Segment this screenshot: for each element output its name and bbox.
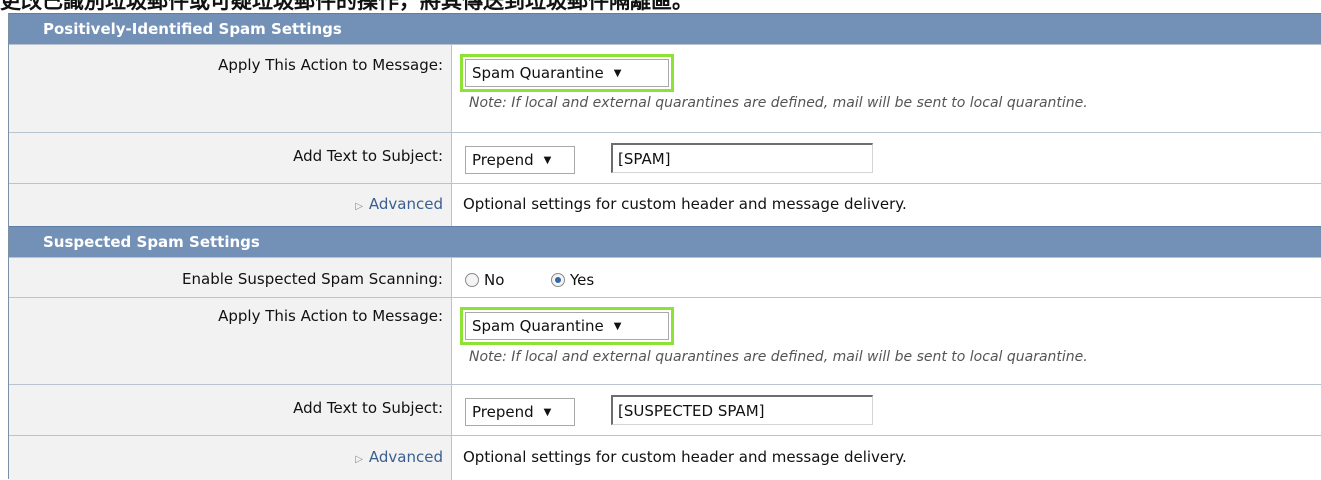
suspected-advanced-link[interactable]: ▷ Advanced bbox=[355, 448, 443, 466]
suspected-subject-mode-select[interactable]: Prepend ▼ bbox=[465, 398, 575, 426]
suspected-enable-yes-option[interactable]: Yes bbox=[551, 271, 594, 289]
suspected-enable-label: Enable Suspected Spam Scanning: bbox=[9, 258, 452, 298]
positive-advanced-label: Advanced bbox=[368, 195, 443, 213]
positive-subject-text-input[interactable] bbox=[611, 143, 873, 173]
suspected-subject-label: Add Text to Subject: bbox=[9, 385, 452, 436]
positive-advanced-link[interactable]: ▷ Advanced bbox=[355, 195, 443, 213]
page-caption: 更改已識別垃圾郵件或可疑垃圾郵件的操作，將其傳送到垃圾郵件隔離區。 bbox=[0, 0, 693, 12]
positive-action-select[interactable]: Spam Quarantine ▼ bbox=[460, 54, 674, 92]
suspected-advanced-row: ▷ Advanced Optional settings for custom h… bbox=[9, 435, 1321, 480]
chevron-down-icon: ▼ bbox=[613, 67, 622, 79]
suspected-advanced-desc: Optional settings for custom header and … bbox=[463, 448, 907, 466]
positive-action-row: Apply This Action to Message: Spam Quara… bbox=[9, 44, 1321, 133]
triangle-right-icon: ▷ bbox=[355, 201, 363, 212]
chevron-down-icon: ▼ bbox=[543, 154, 552, 166]
spam-settings-table: Positively-Identified Spam Settings Appl… bbox=[8, 13, 1321, 480]
suspected-action-row: Apply This Action to Message: Spam Quara… bbox=[9, 297, 1321, 385]
suspected-quarantine-note: Note: If local and external quarantines … bbox=[469, 349, 1088, 365]
positive-section-title: Positively-Identified Spam Settings bbox=[43, 20, 342, 38]
positive-subject-value-cell: Prepend ▼ bbox=[453, 133, 1321, 184]
positive-advanced-desc: Optional settings for custom header and … bbox=[463, 195, 907, 213]
suspected-action-label: Apply This Action to Message: bbox=[9, 298, 452, 385]
positive-subject-label: Add Text to Subject: bbox=[9, 133, 452, 184]
radio-icon bbox=[551, 273, 565, 287]
positive-subject-mode-select[interactable]: Prepend ▼ bbox=[465, 146, 575, 174]
suspected-section-header: Suspected Spam Settings bbox=[9, 226, 1321, 257]
suspected-enable-value-cell: No Yes bbox=[453, 258, 1321, 298]
positive-advanced-cell: ▷ Advanced bbox=[9, 184, 452, 227]
suspected-advanced-cell: ▷ Advanced bbox=[9, 436, 452, 480]
suspected-subject-mode: Prepend bbox=[472, 403, 534, 421]
radio-icon bbox=[465, 273, 479, 287]
suspected-subject-row: Add Text to Subject: Prepend ▼ bbox=[9, 384, 1321, 436]
suspected-action-selected: Spam Quarantine bbox=[472, 317, 604, 335]
positive-subject-row: Add Text to Subject: Prepend ▼ bbox=[9, 132, 1321, 184]
chevron-down-icon: ▼ bbox=[613, 320, 622, 332]
suspected-subject-value-cell: Prepend ▼ bbox=[453, 385, 1321, 436]
suspected-enable-no-option[interactable]: No bbox=[465, 271, 504, 289]
suspected-advanced-label: Advanced bbox=[368, 448, 443, 466]
positive-section-header: Positively-Identified Spam Settings bbox=[9, 13, 1321, 44]
suspected-enable-row: Enable Suspected Spam Scanning: No Yes bbox=[9, 257, 1321, 298]
triangle-right-icon: ▷ bbox=[355, 454, 363, 465]
suspected-action-select[interactable]: Spam Quarantine ▼ bbox=[460, 307, 674, 345]
positive-subject-mode: Prepend bbox=[472, 151, 534, 169]
positive-quarantine-note: Note: If local and external quarantines … bbox=[469, 95, 1088, 111]
positive-advanced-row: ▷ Advanced Optional settings for custom h… bbox=[9, 183, 1321, 227]
suspected-enable-no-label: No bbox=[484, 271, 505, 289]
positive-action-label: Apply This Action to Message: bbox=[9, 45, 452, 133]
chevron-down-icon: ▼ bbox=[543, 406, 552, 418]
suspected-section-title: Suspected Spam Settings bbox=[43, 233, 260, 251]
suspected-subject-text-input[interactable] bbox=[611, 395, 873, 425]
positive-action-selected: Spam Quarantine bbox=[472, 64, 604, 82]
suspected-action-value-cell: Spam Quarantine ▼ Note: If local and ext… bbox=[453, 298, 1321, 385]
suspected-enable-yes-label: Yes bbox=[570, 271, 595, 289]
positive-action-value-cell: Spam Quarantine ▼ Note: If local and ext… bbox=[453, 45, 1321, 133]
